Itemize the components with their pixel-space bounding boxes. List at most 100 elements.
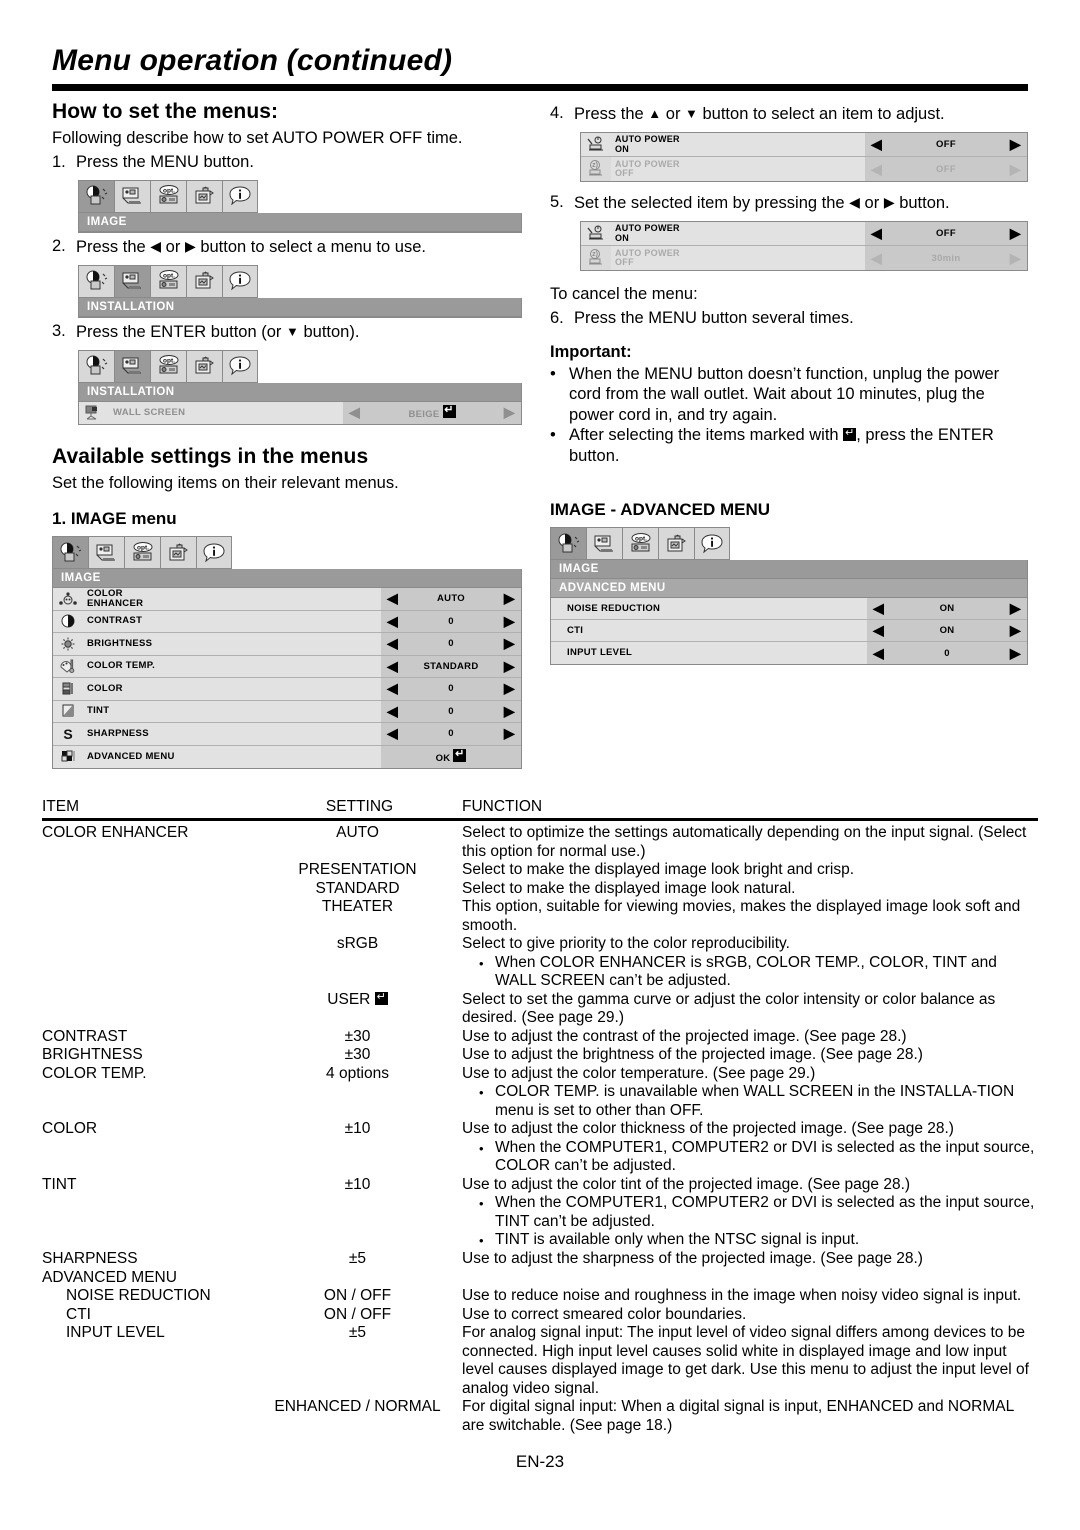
osd-row-brightness[interactable]: BRIGHTNESS 0 <box>53 633 521 656</box>
osd-row-value[interactable]: OK <box>381 745 521 768</box>
auto-power-off-icon: z) <box>581 246 611 270</box>
osd-row-noise-reduction[interactable]: NOISE REDUCTION ON <box>551 598 1027 620</box>
osd-row-wall-screen[interactable]: WALL SCREEN BEIGE <box>79 401 521 424</box>
increase-arrow-icon[interactable] <box>1010 647 1021 660</box>
image-tab-icon[interactable] <box>52 536 88 569</box>
decrease-arrow-icon[interactable] <box>349 406 360 419</box>
signal-tab-icon[interactable] <box>160 536 196 569</box>
osd-row-value[interactable]: 0 <box>381 610 521 632</box>
step-5-pre: Set the selected item by pressing the <box>574 194 845 212</box>
osd-row-auto-power-off[interactable]: z) AUTO POWER OFF 30min <box>581 246 1027 270</box>
decrease-arrow-icon[interactable] <box>387 705 398 718</box>
osd-row-value[interactable]: 0 <box>381 723 521 745</box>
decrease-arrow-icon[interactable] <box>387 592 398 605</box>
osd-row-value[interactable]: STANDARD <box>381 655 521 677</box>
osd-row-value[interactable]: OFF <box>865 133 1027 156</box>
increase-arrow-icon[interactable] <box>1010 138 1021 151</box>
osd-row-value[interactable]: 0 <box>867 642 1027 664</box>
step-3-pre: Press the ENTER button (or <box>76 322 282 341</box>
option-tab-icon[interactable]: opt. <box>622 527 658 560</box>
info-tab-icon[interactable] <box>222 264 258 298</box>
increase-arrow-icon[interactable] <box>504 406 515 419</box>
signal-tab-icon[interactable] <box>186 179 222 213</box>
osd-row-auto-power-on[interactable]: AUTO POWER ON OFF <box>581 133 1027 157</box>
decrease-arrow-icon[interactable] <box>387 615 398 628</box>
decrease-arrow-icon[interactable] <box>873 602 884 615</box>
info-tab-icon[interactable] <box>222 179 258 213</box>
decrease-arrow-icon[interactable] <box>871 138 882 151</box>
osd-row-value[interactable]: 30min <box>865 246 1027 270</box>
osd-row-sharpness[interactable]: S SHARPNESS 0 <box>53 723 521 746</box>
decrease-arrow-icon[interactable] <box>387 660 398 673</box>
installation-tab-icon[interactable] <box>114 179 150 213</box>
osd-row-color-temp[interactable]: COLOR TEMP. STANDARD <box>53 655 521 678</box>
osd-row-color-enhancer[interactable]: COLORENHANCER AUTO <box>53 588 521 611</box>
osd-row-value[interactable]: ON <box>867 598 1027 619</box>
osd-row-value[interactable]: OFF <box>865 157 1027 181</box>
image-tab-icon[interactable] <box>78 264 114 298</box>
increase-arrow-icon[interactable] <box>1010 163 1021 176</box>
table-function-text: Select to optimize the settings automati… <box>462 824 1027 860</box>
osd-panel: IMAGE COLORENHANCER AUTO <box>52 569 522 769</box>
installation-tab-icon[interactable] <box>114 264 150 298</box>
decrease-arrow-icon[interactable] <box>387 637 398 650</box>
osd-row-value[interactable]: 0 <box>381 678 521 700</box>
up-arrow-icon <box>648 103 661 124</box>
option-tab-icon[interactable]: opt. <box>150 179 186 213</box>
image-tab-icon[interactable] <box>550 527 586 560</box>
increase-arrow-icon[interactable] <box>1010 624 1021 637</box>
decrease-arrow-icon[interactable] <box>387 727 398 740</box>
osd-row-auto-power-on[interactable]: AUTO POWER ON OFF <box>581 222 1027 246</box>
osd-row-value[interactable]: BEIGE <box>343 401 521 424</box>
table-cell-function: For analog signal input: The input level… <box>462 1324 1038 1398</box>
option-tab-icon[interactable]: opt. <box>124 536 160 569</box>
image-tab-icon[interactable] <box>78 349 114 383</box>
increase-arrow-icon[interactable] <box>504 705 515 718</box>
increase-arrow-icon[interactable] <box>1010 252 1021 265</box>
osd-row-value[interactable]: OFF <box>865 222 1027 245</box>
installation-tab-icon[interactable] <box>114 349 150 383</box>
osd-row-tint[interactable]: TINT 0 <box>53 700 521 723</box>
increase-arrow-icon[interactable] <box>1010 602 1021 615</box>
info-tab-icon[interactable] <box>222 349 258 383</box>
osd-row-auto-power-off[interactable]: z) AUTO POWER OFF OFF <box>581 157 1027 181</box>
osd-row-color[interactable]: COLOR 0 <box>53 678 521 701</box>
image-tab-icon[interactable] <box>78 179 114 213</box>
osd-row-value[interactable]: 0 <box>381 633 521 655</box>
info-tab-icon[interactable] <box>694 527 730 560</box>
decrease-arrow-icon[interactable] <box>871 252 882 265</box>
color-icon <box>53 678 83 700</box>
osd-row-cti[interactable]: CTI ON <box>551 620 1027 642</box>
osd-row-label: SHARPNESS <box>83 723 381 745</box>
step-3-number: 3. <box>52 321 66 340</box>
option-tab-icon[interactable]: opt. <box>150 264 186 298</box>
decrease-arrow-icon[interactable] <box>871 227 882 240</box>
installation-tab-icon[interactable] <box>586 527 622 560</box>
osd-row-input-level[interactable]: INPUT LEVEL 0 <box>551 642 1027 664</box>
osd-row-contrast[interactable]: CONTRAST 0 <box>53 610 521 633</box>
increase-arrow-icon[interactable] <box>504 682 515 695</box>
osd-row-value[interactable]: ON <box>867 620 1027 641</box>
installation-tab-icon[interactable] <box>88 536 124 569</box>
increase-arrow-icon[interactable] <box>1010 227 1021 240</box>
decrease-arrow-icon[interactable] <box>873 647 884 660</box>
option-tab-icon[interactable]: opt. <box>150 349 186 383</box>
table-function-text: For digital signal input: When a digital… <box>462 1398 1014 1434</box>
osd-panel: IMAGE ADVANCED MENU NOISE REDUCTION ON C… <box>550 560 1028 665</box>
increase-arrow-icon[interactable] <box>504 660 515 673</box>
increase-arrow-icon[interactable] <box>504 637 515 650</box>
decrease-arrow-icon[interactable] <box>387 682 398 695</box>
osd-row-value[interactable]: 0 <box>381 700 521 722</box>
osd-row-value[interactable]: AUTO <box>381 588 521 610</box>
osd-row-advanced-menu[interactable]: ADVANCED MENU OK <box>53 745 521 768</box>
info-tab-icon[interactable] <box>196 536 232 569</box>
signal-tab-icon[interactable] <box>186 349 222 383</box>
increase-arrow-icon[interactable] <box>504 592 515 605</box>
signal-tab-icon[interactable] <box>186 264 222 298</box>
increase-arrow-icon[interactable] <box>504 727 515 740</box>
decrease-arrow-icon[interactable] <box>873 624 884 637</box>
decrease-arrow-icon[interactable] <box>871 163 882 176</box>
increase-arrow-icon[interactable] <box>504 615 515 628</box>
signal-tab-icon[interactable] <box>658 527 694 560</box>
page-footer: EN-23 <box>515 1452 565 1471</box>
